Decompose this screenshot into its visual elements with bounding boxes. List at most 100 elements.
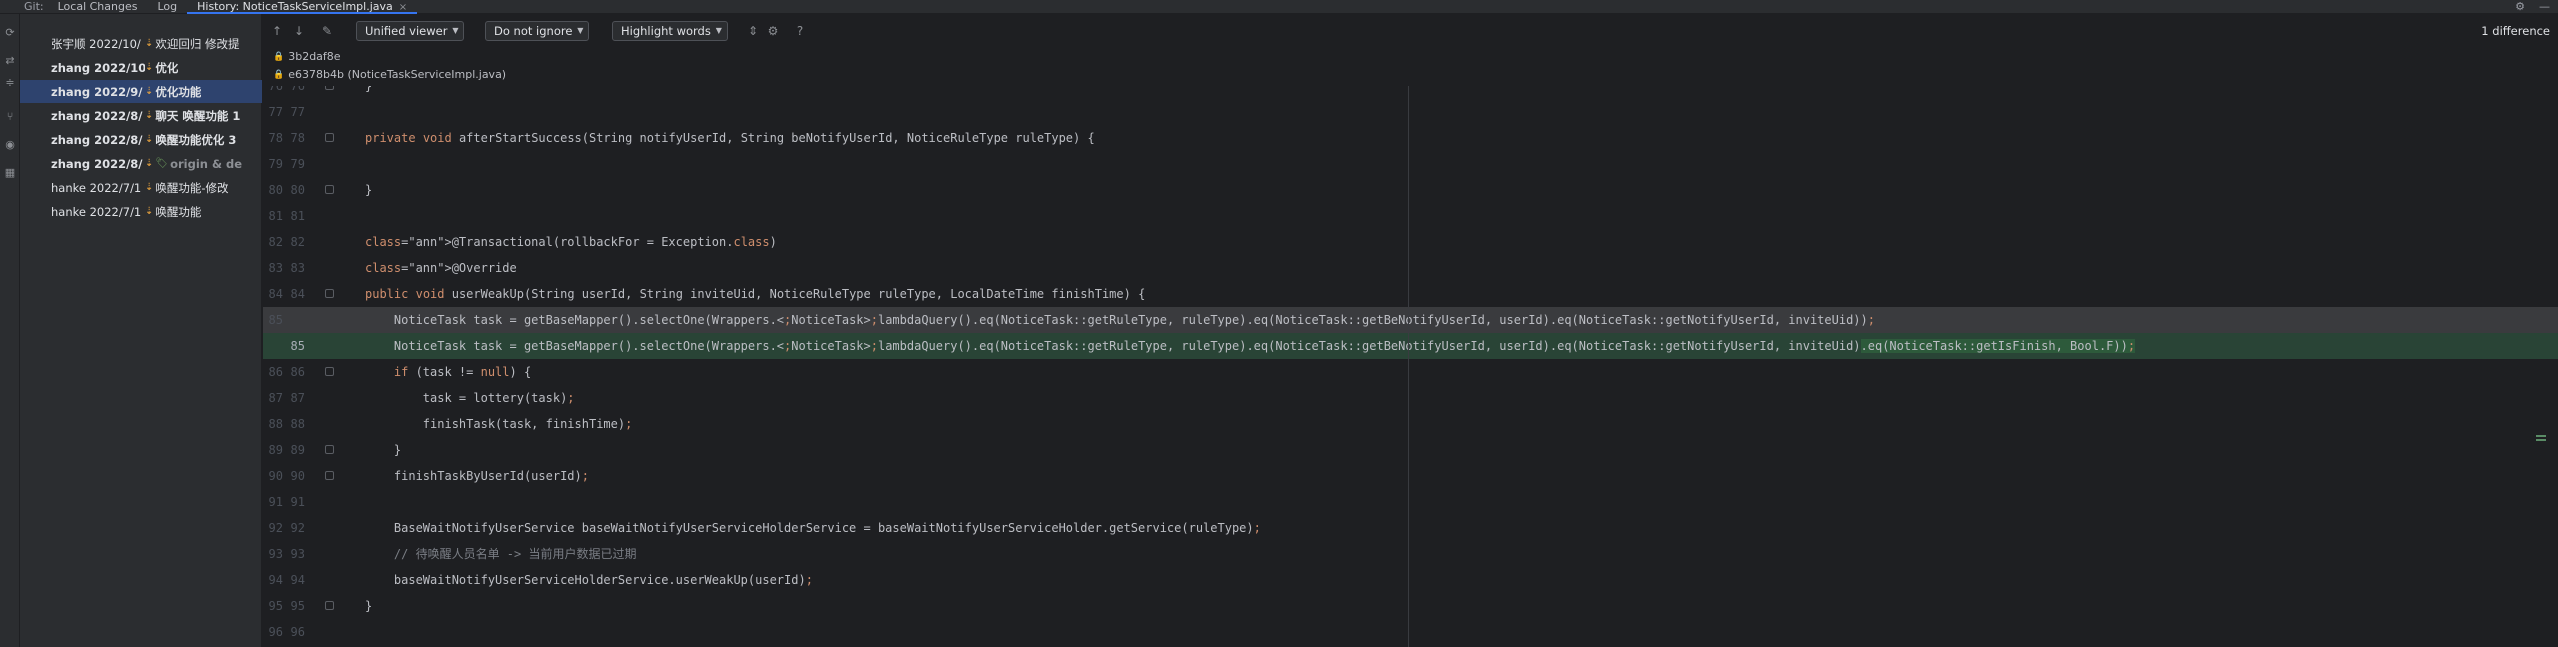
commit-row[interactable]: zhang 2022/8/⇣ 唤醒功能优化 3 (20, 128, 262, 151)
right-line-number: 86 (290, 365, 305, 379)
left-line-number: 90 (268, 469, 283, 483)
arrow-down-icon[interactable]: ↓ (291, 23, 307, 39)
commit-arrow-icon: ⇣ (145, 158, 154, 169)
added-line: NoticeTask task = getBaseMapper().select… (263, 333, 2558, 359)
diff-toolbar: ↑ ↓ ✎ Unified viewer ▼ Do not ignore ▼ Hig… (263, 14, 2558, 50)
code-line: } (263, 177, 2558, 203)
code-text: if (task != null) { (393, 365, 532, 379)
right-line-number: 94 (290, 573, 305, 587)
tag-icon: 🏷 (155, 158, 169, 169)
highlight-dropdown[interactable]: Highlight words ▼ (612, 21, 728, 41)
right-line-number: 82 (290, 235, 305, 249)
left-line-number: 91 (268, 495, 283, 509)
right-line-number: 95 (290, 599, 305, 613)
code-text: task = lottery(task); (365, 391, 575, 405)
layout-icon[interactable]: ▦ (3, 166, 17, 180)
viewer-dropdown[interactable]: Unified viewer ▼ (356, 21, 465, 41)
scrollbar-change-marker[interactable] (2536, 439, 2546, 441)
tab-history[interactable]: History: NoticeTaskServiceImpl.java × (187, 0, 418, 14)
commit-author-date: zhang 2022/10/ (51, 60, 145, 75)
commit-row[interactable]: zhang 2022/8/⇣ 聊天 唤醒功能 1 (20, 104, 262, 127)
fold-icon[interactable] (325, 601, 334, 610)
code-line: } (263, 86, 2558, 99)
code-line: private void afterStartSuccess(String no… (263, 125, 2558, 151)
commit-message: origin & de (170, 156, 243, 171)
code-text: } (365, 86, 373, 93)
difference-count: 1 difference (2481, 24, 2550, 38)
code-line: class="ann">@Override (263, 255, 2558, 281)
edit-icon[interactable]: ✎ (319, 23, 335, 39)
git-label: Git: (24, 0, 44, 13)
code-line: task = lottery(task); (263, 385, 2558, 411)
ignore-dropdown-label: Do not ignore (494, 24, 573, 38)
chevron-down-icon: ▼ (715, 26, 722, 35)
commit-row[interactable]: 张宇顺 2022/10/ ⇣ 欢迎回归 修改提 (20, 32, 262, 55)
close-icon[interactable]: × (399, 2, 407, 13)
commit-author-date: zhang 2022/8/ (51, 132, 143, 147)
viewer-dropdown-label: Unified viewer (365, 24, 448, 38)
commit-row[interactable]: zhang 2022/9/⇣ 优化功能 (20, 80, 262, 103)
tab-log[interactable]: Log (147, 0, 187, 14)
code-text: } (365, 183, 373, 197)
diff-icon[interactable]: ≑ (3, 76, 17, 90)
fold-icon[interactable] (325, 86, 334, 90)
left-line-number: 82 (268, 235, 283, 249)
tab-local-changes[interactable]: Local Changes (48, 0, 148, 14)
right-line-numbers: 76 77 78 79 80 81 82 83 84 85 86 87 88 89 90 91 92 93 94 95… (285, 86, 307, 647)
compare-icon[interactable]: ⇄ (3, 54, 17, 68)
code-text: } (365, 599, 373, 613)
help-icon[interactable]: ? (792, 23, 808, 39)
fold-icon[interactable] (325, 185, 334, 194)
refresh-icon[interactable]: ⟳ (3, 26, 17, 40)
minimize-icon[interactable]: — (2539, 0, 2550, 14)
right-line-number: 80 (290, 183, 305, 197)
history-side-toolbar: ⟳ ⇄ ≑ ⑂ ◉ ▦ (0, 14, 20, 647)
left-line-number: 79 (268, 157, 283, 171)
commit-message: 唤醒功能 (155, 204, 202, 219)
commit-arrow-icon: ⇣ (145, 62, 154, 73)
left-line-number: 77 (268, 105, 283, 119)
ignore-dropdown[interactable]: Do not ignore ▼ (485, 21, 590, 41)
lock-icon: 🔒 (273, 69, 285, 80)
commit-row[interactable]: hanke 2022/7/1 ⇣ 唤醒功能 (20, 200, 262, 223)
code-text: baseWaitNotifyUserServiceHolderService.u… (365, 573, 813, 587)
settings-icon[interactable]: ⚙ (765, 23, 781, 39)
code-lines: } private void afterStartSuccess(String n… (263, 86, 2558, 647)
arrow-up-icon[interactable]: ↑ (269, 23, 285, 39)
deleted-line: NoticeTask task = getBaseMapper().select… (263, 307, 2558, 333)
commit-message: 欢迎回归 修改提 (155, 36, 240, 51)
code-line: baseWaitNotifyUserServiceHolderService.u… (263, 567, 2558, 593)
right-line-number: 90 (290, 469, 305, 483)
commit-arrow-icon: ⇣ (145, 110, 154, 121)
eye-icon[interactable]: ◉ (3, 138, 17, 152)
commit-message: 优化功能 (155, 84, 202, 99)
code-line: finishTaskByUserId(userId); (263, 463, 2558, 489)
right-line-number: 89 (290, 443, 305, 457)
left-line-number: 94 (268, 573, 283, 587)
left-line-number: 81 (268, 209, 283, 223)
branch-icon[interactable]: ⑂ (3, 110, 17, 124)
fold-icon[interactable] (325, 471, 334, 480)
fold-icon[interactable] (325, 289, 334, 298)
diff-editor[interactable]: } private void afterStartSuccess(String n… (263, 86, 2558, 647)
fold-icon[interactable] (325, 445, 334, 454)
right-line-number: 76 (290, 86, 305, 93)
gear-icon[interactable]: ⚙ (2515, 0, 2525, 14)
chevron-down-icon: ▼ (577, 26, 584, 35)
code-text: class="ann">@Override (365, 261, 517, 275)
scrollbar-change-marker[interactable] (2536, 435, 2546, 437)
code-text: public void userWeakUp(String userId, St… (365, 287, 1146, 301)
commit-row[interactable]: hanke 2022/7/1 ⇣ 唤醒功能-修改 (20, 176, 262, 199)
fold-icon[interactable] (325, 367, 334, 376)
commit-row[interactable]: zhang 2022/10/⇣ 优化 (20, 56, 262, 79)
right-line-number: 79 (290, 157, 305, 171)
fold-icon[interactable] (325, 133, 334, 142)
code-text: finishTaskByUserId(userId); (365, 469, 589, 483)
right-line-number: 81 (290, 209, 305, 223)
collapse-unchanged-icon[interactable]: ⇕ (745, 23, 761, 39)
commit-row[interactable]: zhang 2022/8/⇣ 🏷 origin & de (20, 152, 262, 175)
right-line-number: 87 (290, 391, 305, 405)
